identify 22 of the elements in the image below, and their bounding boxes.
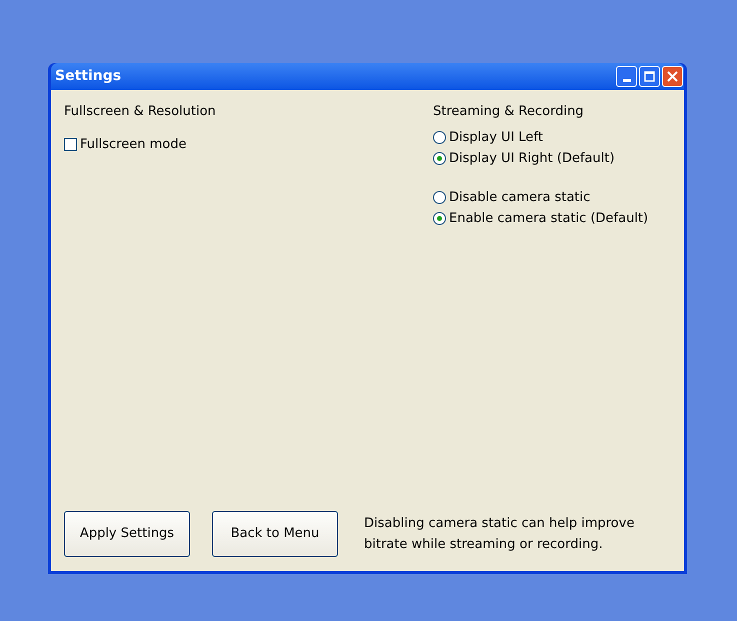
close-icon xyxy=(667,71,678,82)
maximize-icon xyxy=(644,71,655,82)
radio-button[interactable] xyxy=(433,131,446,144)
checkbox-label: Fullscreen mode xyxy=(80,136,186,154)
radio-label: Enable camera static (Default) xyxy=(449,210,648,228)
radio-button[interactable] xyxy=(433,212,446,225)
radio-label: Disable camera static xyxy=(449,188,590,207)
radio-label: Display UI Right (Default) xyxy=(449,150,615,168)
window-title: Settings xyxy=(55,67,122,86)
section-heading: Streaming & Recording xyxy=(433,103,585,120)
radio-label: Display UI Left xyxy=(449,128,543,147)
minimize-icon xyxy=(622,79,630,82)
maximize-button[interactable] xyxy=(639,66,660,87)
action-button[interactable]: Back to Menu xyxy=(212,511,338,557)
close-button[interactable] xyxy=(662,66,683,87)
hint-text: Disabling camera static can help improve bitrate while streaming or recording. xyxy=(364,515,636,554)
radio-button[interactable] xyxy=(433,152,446,165)
action-button[interactable]: Apply Settings xyxy=(64,511,190,557)
checkbox[interactable] xyxy=(64,138,77,152)
minimize-button[interactable] xyxy=(616,66,637,87)
radio-button[interactable] xyxy=(433,191,446,204)
section-heading: Fullscreen & Resolution xyxy=(64,103,217,120)
